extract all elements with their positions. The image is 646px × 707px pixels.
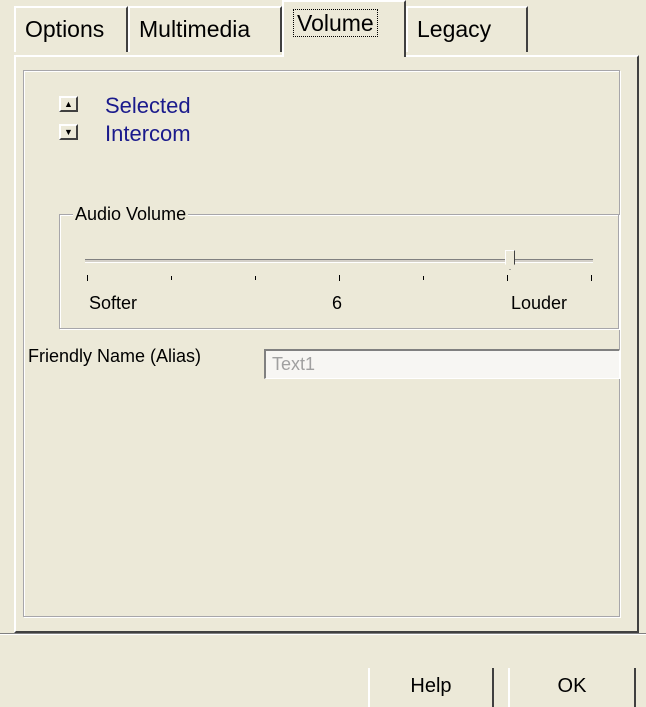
help-button[interactable]: Help [368, 668, 494, 707]
tab-multimedia-label: Multimedia [139, 16, 251, 42]
tab-volume-label: Volume [293, 9, 378, 37]
slider-tick [339, 275, 340, 281]
slider-tick [87, 275, 88, 281]
tab-legacy-label: Legacy [417, 16, 492, 42]
tab-volume[interactable]: Volume [282, 0, 406, 57]
intercom-label[interactable]: Intercom [105, 121, 191, 147]
slider-tick [507, 275, 508, 281]
friendly-name-label: Friendly Name (Alias) [28, 346, 202, 366]
scroll-up-button[interactable]: ▲ [59, 96, 78, 112]
tab-options-label: Options [25, 16, 105, 42]
up-arrow-icon: ▲ [64, 99, 73, 109]
slider-tick [591, 275, 592, 281]
mid-value-label: 6 [332, 293, 343, 313]
slider-tick [423, 276, 424, 280]
audio-volume-title: Audio Volume [73, 204, 189, 225]
softer-label: Softer [89, 293, 138, 313]
scroll-down-button[interactable]: ▼ [59, 124, 78, 140]
down-arrow-icon: ▼ [64, 127, 73, 137]
selected-label[interactable]: Selected [105, 93, 191, 119]
ok-button[interactable]: OK [508, 668, 636, 707]
slider-tick [255, 276, 256, 280]
bottom-separator-highlight [0, 634, 646, 635]
friendly-name-input[interactable]: Text1 [264, 349, 620, 379]
tab-options[interactable]: Options [14, 6, 128, 52]
inner-frame [23, 70, 620, 617]
louder-label: Louder [511, 293, 568, 313]
tab-multimedia[interactable]: Multimedia [128, 6, 282, 52]
tab-legacy[interactable]: Legacy [406, 6, 528, 52]
volume-slider-track[interactable] [85, 259, 593, 263]
slider-tick [171, 276, 172, 280]
